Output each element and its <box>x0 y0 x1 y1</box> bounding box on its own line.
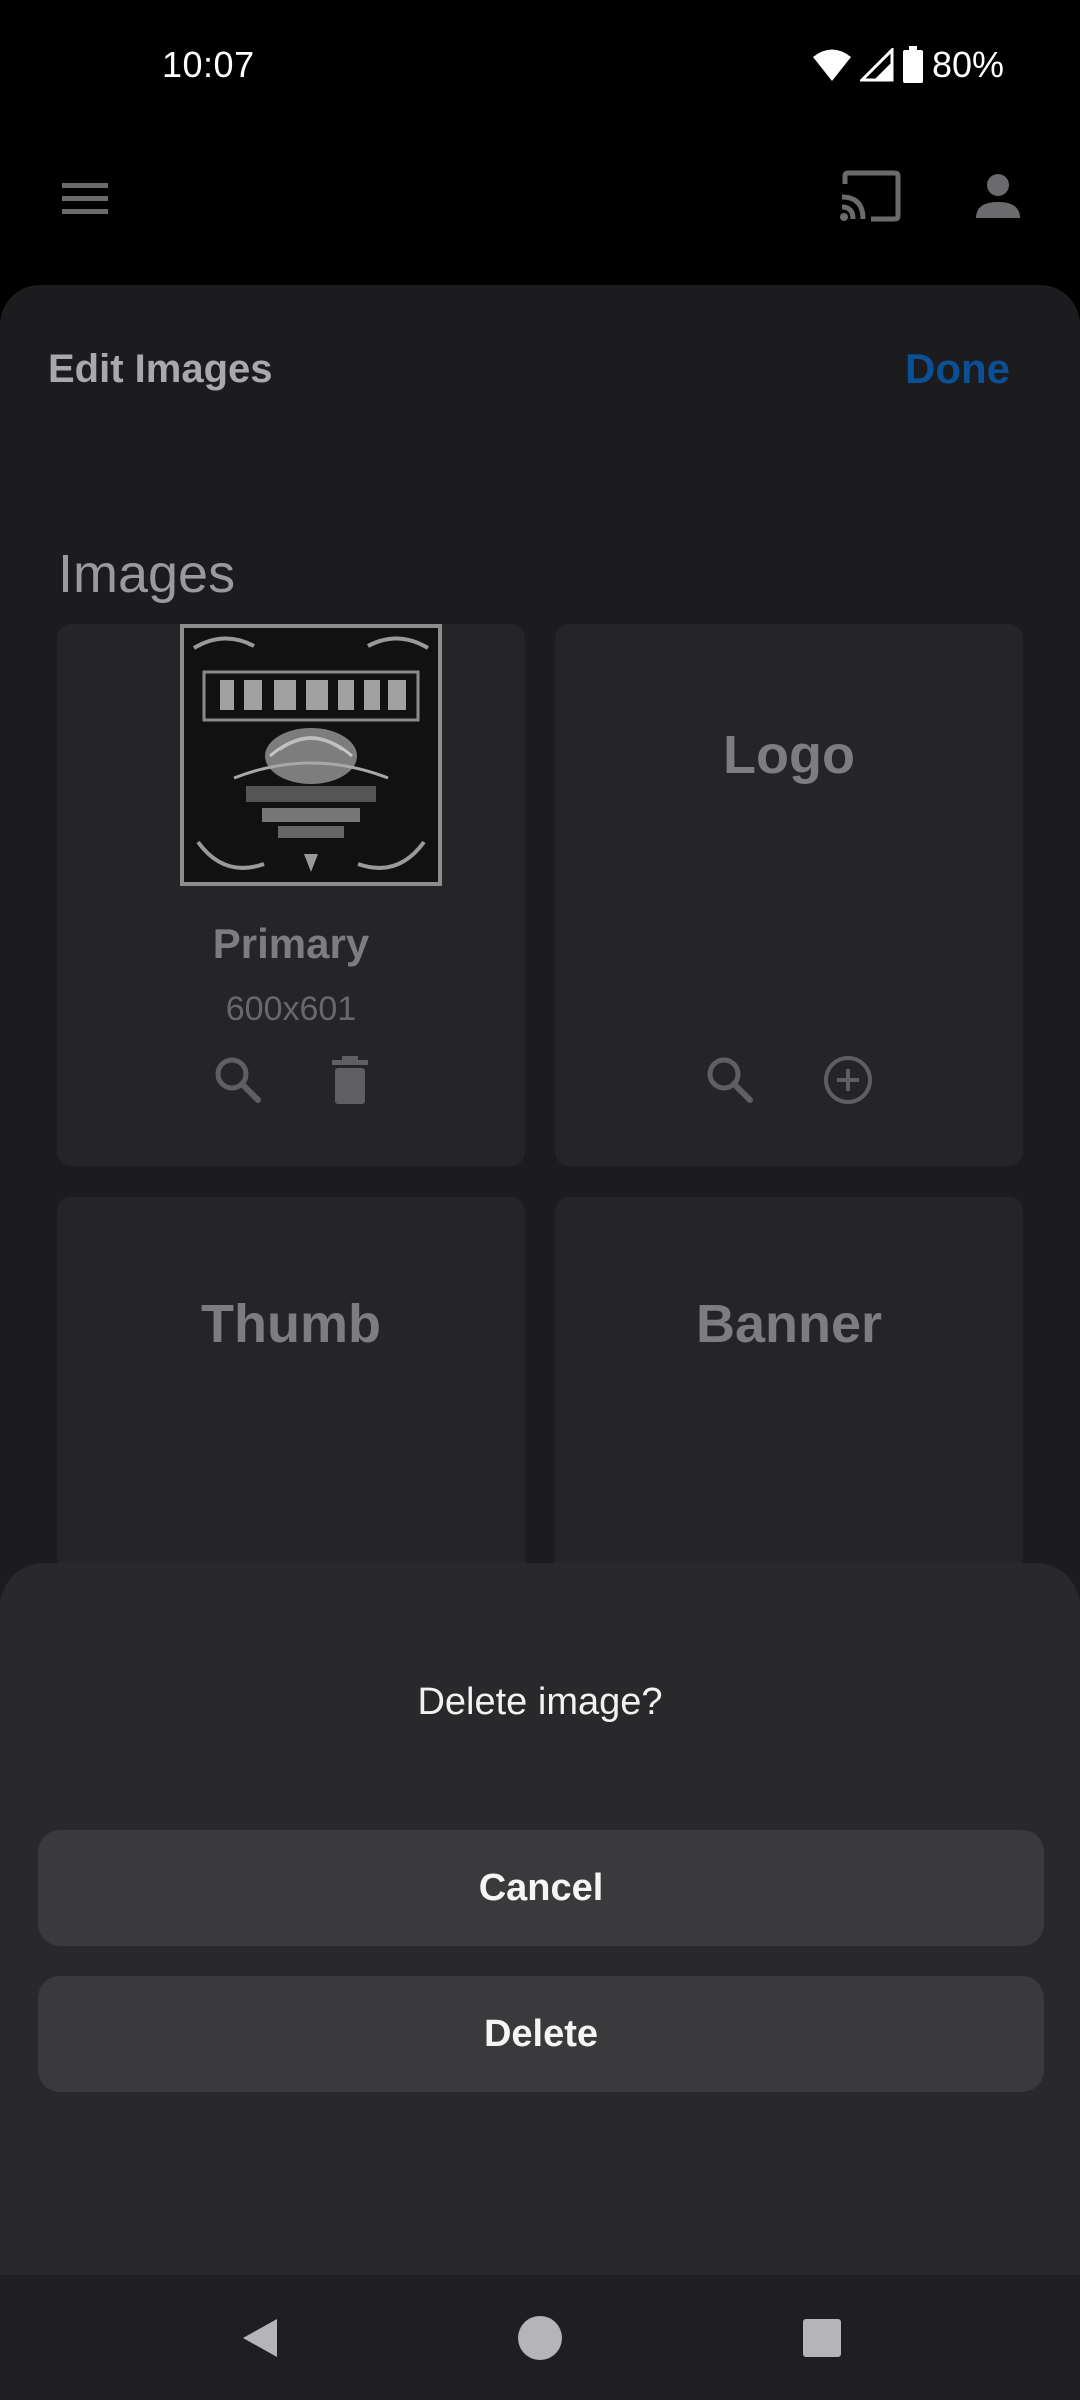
cast-icon[interactable] <box>834 160 906 232</box>
image-card-logo: Logo <box>555 624 1023 1166</box>
battery-icon <box>902 46 923 83</box>
card-label-thumb: Thumb <box>201 1294 381 1354</box>
system-nav-bar <box>0 2275 1080 2400</box>
status-indicators: 80% <box>812 44 1004 86</box>
back-icon[interactable] <box>220 2275 300 2400</box>
menu-icon[interactable] <box>52 166 118 232</box>
delete-image-dialog: Delete image? Cancel Delete <box>0 1563 1080 2275</box>
primary-image-thumbnail <box>180 624 442 886</box>
wifi-icon <box>812 49 851 81</box>
status-bar: 10:07 80% <box>0 0 1080 130</box>
image-card-primary: Primary 600x601 <box>57 624 525 1166</box>
screen: 10:07 80% Edit Images Done Images Primar… <box>0 0 1080 2400</box>
trash-icon[interactable] <box>330 1054 370 1111</box>
delete-button[interactable]: Delete <box>38 1976 1044 2092</box>
done-button[interactable]: Done <box>905 345 1010 393</box>
cellular-signal-icon <box>859 48 894 82</box>
status-time: 10:07 <box>162 44 255 85</box>
page-title: Edit Images <box>48 347 273 391</box>
image-card-thumb: Thumb <box>57 1197 525 1597</box>
card-label-banner: Banner <box>695 1294 883 1354</box>
card-label-primary: Primary <box>212 920 370 967</box>
cancel-button[interactable]: Cancel <box>38 1830 1044 1946</box>
top-app-bar <box>0 130 1080 286</box>
card-actions-logo <box>555 1054 1023 1111</box>
battery-percent: 80% <box>931 44 1004 85</box>
search-icon[interactable] <box>212 1054 264 1111</box>
card-size-primary: 600x601 <box>225 990 357 1028</box>
card-actions-primary <box>57 1054 525 1111</box>
add-circle-icon[interactable] <box>822 1054 874 1111</box>
image-card-banner: Banner <box>555 1197 1023 1597</box>
section-title: Images <box>58 544 236 604</box>
search-icon[interactable] <box>704 1054 756 1111</box>
dialog-title: Delete image? <box>417 1681 663 1723</box>
recents-icon[interactable] <box>782 2275 862 2400</box>
home-icon[interactable] <box>500 2275 580 2400</box>
account-icon[interactable] <box>966 164 1030 228</box>
card-label-logo: Logo <box>723 725 855 785</box>
